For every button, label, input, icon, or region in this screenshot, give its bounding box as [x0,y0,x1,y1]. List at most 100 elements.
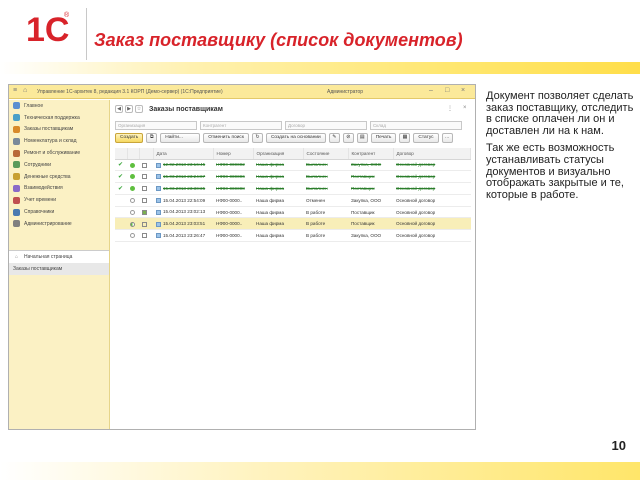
sidebar-item-label: Учет времени [24,197,57,204]
contract-cell: Основной договор [393,170,471,184]
status-button[interactable]: Статус [413,133,439,143]
more-icon[interactable]: ⋮ [447,105,453,112]
more-actions-icon[interactable]: … [441,133,453,143]
table-row[interactable]: ✔ 15.03.2013 23:24:07 НФ00-000006 Наша фирм… [115,170,471,184]
find-button[interactable]: Найти... [160,133,201,143]
table-row[interactable]: ✔ 12.02.2013 23:16:45 НФ00-000002 Наша фирм… [115,159,471,172]
column-header-contractor[interactable]: Контрагент [348,148,394,160]
money-icon [13,173,20,181]
sidebar-item[interactable]: Техническая поддержка [9,112,109,124]
column-header-number[interactable]: Номер [213,148,254,160]
date-text: 15.04.2013 22:54:09 [163,197,206,203]
sidebar-item[interactable]: Учет времени [9,194,109,206]
closed-status-icon [142,209,147,215]
date-cell: 15.04.2013 23:26:47 [153,229,213,243]
contract-cell: Основной договор [393,217,471,231]
create-button[interactable]: Создать [115,133,144,143]
staff-icon [13,161,20,169]
sidebar-item[interactable]: Справочники [9,206,109,218]
header-divider [86,8,87,60]
create-based-on-button[interactable]: Создать на основании [265,133,326,143]
date-cell: 12.02.2013 23:16:45 [153,159,213,172]
organization-cell: Наша фирма [253,194,303,207]
column-header[interactable] [139,148,154,160]
paid-cell: ✔ [115,170,127,184]
open-window-orders[interactable]: Заказы поставщикам [9,263,109,275]
table-row[interactable]: 15.04.2013 22:54:09 НФ00-0000.. Наша фирма… [115,194,471,207]
sidebar-item-label: Главное [24,102,44,109]
sidebar-item[interactable]: Главное [9,100,109,112]
column-header-contract[interactable]: Договор [393,148,471,160]
delivered-cell [127,159,139,172]
table-row[interactable]: ✔ 15.03.2013 23:30:35 НФ00-000008 Наша фирм… [115,182,471,195]
filter-contract[interactable]: Договор [285,121,367,130]
document-icon [156,233,161,239]
contractor-text: Закупка, ООО [351,162,382,168]
open-window-home[interactable]: ⌂ Начальная страница [9,251,109,263]
sidebar-item[interactable]: Взаимодействия [9,183,109,195]
minimize-icon[interactable]: – [429,87,433,94]
filter-organization[interactable]: Организация [115,121,197,130]
sidebar-item[interactable]: Ремонт и обслуживание [9,147,109,159]
cancel-search-button[interactable]: Отменить поиск [203,133,249,143]
filter-warehouse[interactable]: Склад [370,121,462,130]
sidebar-item[interactable]: Денежные средства [9,171,109,183]
filter-contractor[interactable]: Контрагент [200,121,282,130]
description-paragraph: Документ позволяет сделать заказ поставщ… [486,90,634,137]
clock-icon [13,196,20,204]
organization-text: Наша фирма [256,221,285,227]
state-text: В работе [306,209,326,215]
report-icon[interactable]: ▦ [399,133,411,143]
closed-status-icon [142,221,147,227]
forward-icon[interactable]: ▶ [125,105,133,113]
column-header[interactable] [115,148,128,160]
sidebar-item[interactable]: Администрирование [9,218,109,230]
organization-cell: Наша фирма [253,182,303,195]
sidebar-item-label: Номенклатура и склад [24,138,77,145]
number-cell: НФ00-000006 [213,170,253,184]
paid-cell [115,194,127,207]
date-text: 15.04.2013 23:26:47 [163,233,206,239]
closed-cell [139,206,153,219]
delivery-status-icon [130,221,135,227]
sidebar-item[interactable]: Заказы поставщикам [9,124,109,136]
home-icon[interactable]: ⌂ [23,87,27,94]
table-row[interactable]: 15.04.2013 23:02:13 НФ00-0000.. Наша фирма… [115,206,471,219]
table-row[interactable]: 15.04.2013 23:26:47 НФ00-0000.. Наша фирма… [115,229,471,243]
current-user[interactable]: Администратор [327,89,363,95]
favorite-star-icon[interactable]: ☆ [135,105,143,113]
date-text: 12.02.2013 23:16:45 [163,162,206,168]
column-header-organization[interactable]: Организация [253,148,304,160]
delivery-status-icon [130,197,135,203]
organization-text: Наша фирма [256,233,285,239]
form-close-icon[interactable]: × [463,105,467,111]
home-icon: ⌂ [14,253,19,260]
print-button[interactable]: Печать [370,133,397,143]
sidebar-item[interactable]: Номенклатура и склад [9,135,109,147]
date-cell: 15.04.2013 23:02:13 [153,206,213,219]
contractor-cell: Поставщик [348,217,393,231]
back-icon[interactable]: ◀ [115,105,123,113]
maximize-icon[interactable]: □ [445,87,449,94]
app-menu-icon[interactable]: ≡ [13,87,17,94]
column-header-date[interactable]: Дата [153,148,214,160]
number-text: НФ00-0000.. [216,209,243,215]
table-row[interactable]: 15.04.2013 23:03:51 НФ00-0000.. Наша фирма… [115,217,471,231]
number-cell: НФ00-0000.. [213,194,253,207]
contract-cell: Основной договор [393,229,471,243]
closed-status-icon [142,162,147,168]
sidebar-item[interactable]: Сотрудники [9,159,109,171]
close-icon[interactable]: × [461,87,465,94]
structure-icon[interactable]: ▤ [356,133,368,143]
column-header[interactable] [127,148,140,160]
add-copy-icon[interactable]: ⧉ [146,133,158,143]
unpost-document-icon[interactable]: ⊘ [342,133,354,143]
post-document-icon[interactable]: ✎ [328,133,340,143]
number-cell: НФ00-0000.. [213,229,253,243]
repair-icon [13,149,20,157]
column-header-state[interactable]: Состояние [303,148,349,160]
date-text: 15.03.2013 23:30:35 [163,185,206,191]
description-paragraph: Так же есть возможность устанавливать ст… [486,142,624,201]
refresh-icon[interactable]: ↻ [251,133,263,143]
contract-cell: Основной договор [393,182,471,195]
